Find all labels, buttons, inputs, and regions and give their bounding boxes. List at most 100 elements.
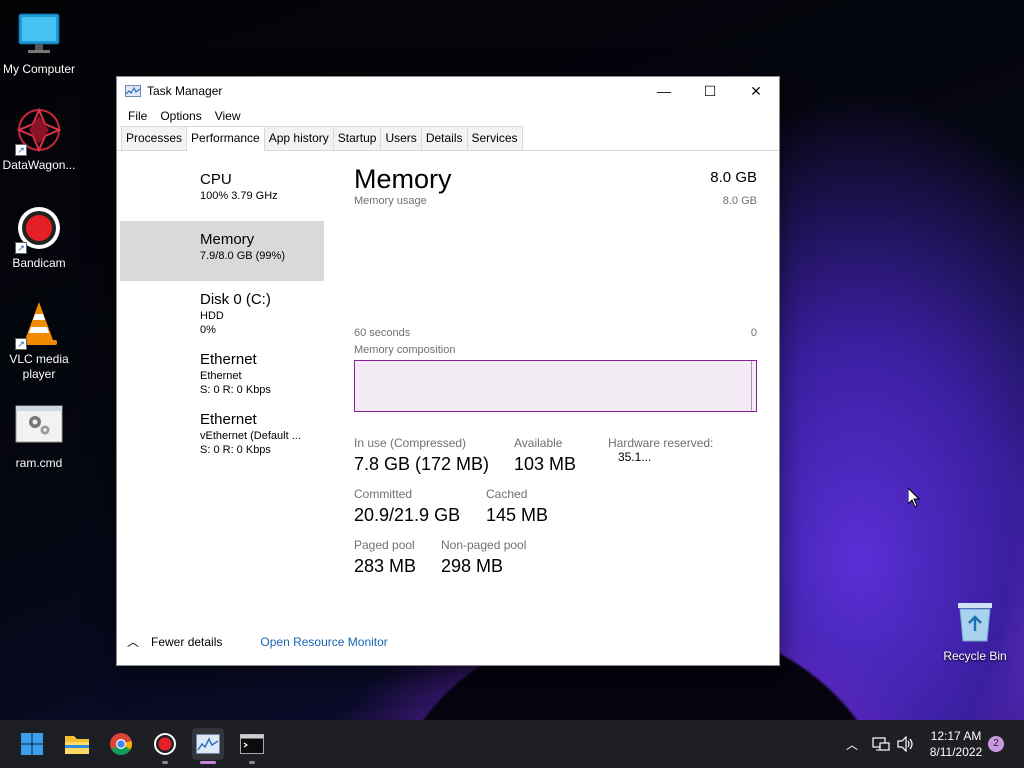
window-title: Task Manager — [147, 84, 223, 98]
shortcut-arrow-icon: ↗ — [15, 242, 27, 254]
sidebar-item-name: Memory — [200, 231, 255, 248]
memory-usage-max: 8.0 GB — [722, 195, 757, 207]
open-resource-monitor-link[interactable]: Open Resource Monitor — [260, 635, 387, 649]
bandicam-taskbar-button[interactable] — [149, 728, 181, 764]
memory-composition-label: Memory composition — [354, 344, 456, 356]
memory-panel: Memory 8.0 GB Memory usage 8.0 GB 60 sec… — [354, 161, 757, 578]
desktop-icon-label: DataWagon... — [2, 158, 76, 172]
sidebar-item-detail: Ethernet — [200, 370, 242, 382]
desktop-icon-label: Bandicam — [12, 256, 66, 270]
menu-file[interactable]: File — [123, 109, 152, 123]
sidebar-item-ethernet[interactable]: Ethernet Ethernet S: 0 R: 0 Kbps — [120, 341, 324, 407]
bandicam-icon — [154, 733, 176, 755]
paged-pool-label: Paged pool — [354, 538, 415, 552]
notification-badge[interactable]: 2 — [988, 736, 1004, 752]
composition-available-segment — [751, 361, 752, 411]
network-status[interactable] — [872, 720, 890, 768]
tab-bar: Processes Performance App history Startu… — [117, 126, 779, 151]
menu-options[interactable]: Options — [155, 109, 206, 123]
task-manager-taskbar-button[interactable] — [192, 728, 224, 764]
terminal-icon — [240, 734, 264, 754]
start-icon — [21, 733, 43, 755]
sidebar-item-detail: 0% — [200, 324, 216, 336]
fewer-details-button[interactable]: Fewer details — [151, 635, 222, 649]
tab-processes[interactable]: Processes — [121, 126, 188, 150]
taskbar-clock[interactable]: 12:17 AM 8/11/2022 — [922, 728, 990, 760]
network-icon — [872, 737, 890, 751]
show-hidden-icons-button[interactable]: ︿ — [846, 720, 858, 768]
sidebar-item-cpu[interactable]: CPU 100% 3.79 GHz — [120, 161, 324, 221]
sidebar-item-name: Ethernet — [200, 411, 257, 428]
taskbar: ︿ 12:17 AM 8/11/2022 — [0, 720, 1024, 768]
task-manager-window: Task Manager — ☐ ✕ File Options View Pro… — [116, 76, 780, 666]
chevron-up-icon[interactable]: ︿ — [127, 633, 139, 650]
mouse-cursor-icon — [907, 486, 921, 513]
running-indicator — [200, 761, 216, 764]
non-paged-pool-value: 298 MB — [441, 556, 504, 576]
task-manager-icon — [125, 85, 141, 97]
memory-usage-graph — [354, 207, 757, 327]
volume-status[interactable] — [897, 720, 915, 768]
page-title: Memory — [354, 164, 452, 194]
committed-value: 20.9/21.9 GB — [354, 505, 461, 525]
chrome-icon — [110, 733, 132, 755]
datawagon-icon: ↗ — [15, 106, 63, 156]
tab-services[interactable]: Services — [466, 126, 523, 150]
sidebar-item-vethernet[interactable]: Ethernet vEthernet (Default ... S: 0 R: … — [120, 407, 324, 467]
shortcut-arrow-icon: ↗ — [15, 338, 27, 350]
running-indicator — [249, 761, 255, 764]
desktop-icon-recycle-bin[interactable]: Recycle Bin — [935, 597, 1015, 664]
available-value: 103 MB — [514, 454, 577, 474]
desktop-icon-ram-cmd[interactable]: ram.cmd — [0, 404, 79, 471]
performance-sidebar: CPU 100% 3.79 GHz Memory 7.9/8.0 GB (99%… — [120, 161, 324, 467]
sidebar-item-name: Ethernet — [200, 351, 257, 368]
sidebar-item-memory[interactable]: Memory 7.9/8.0 GB (99%) — [120, 221, 324, 281]
minimize-button[interactable]: — — [641, 77, 687, 105]
vlc-icon: ↗ — [15, 300, 63, 350]
sidebar-item-detail: S: 0 R: 0 Kbps — [200, 384, 271, 396]
hardware-reserved-label: Hardware reserved: — [608, 436, 714, 450]
desktop-icon-vlc[interactable]: ↗ VLC media player — [0, 300, 79, 382]
tab-startup[interactable]: Startup — [332, 126, 382, 150]
shortcut-arrow-icon: ↗ — [15, 144, 27, 156]
memory-composition-bar — [354, 360, 757, 412]
recycle-bin-icon — [951, 597, 999, 645]
tab-details[interactable]: Details — [420, 126, 468, 150]
running-indicator — [162, 761, 168, 764]
hardware-reserved-value: 35.1... — [618, 450, 652, 464]
terminal-button[interactable] — [236, 728, 268, 764]
sidebar-item-detail: 7.9/8.0 GB (99%) — [200, 250, 285, 262]
menu-view[interactable]: View — [210, 109, 246, 123]
sidebar-item-detail: vEthernet (Default ... — [200, 430, 301, 442]
file-explorer-button[interactable] — [61, 728, 93, 760]
non-paged-pool-label: Non-paged pool — [441, 538, 527, 552]
desktop-icon-datawagon[interactable]: ↗ DataWagon... — [0, 106, 79, 173]
volume-icon — [897, 736, 913, 752]
in-use-value: 7.8 GB (172 MB) — [354, 454, 490, 474]
desktop-icon-my-computer[interactable]: My Computer — [0, 10, 79, 77]
title-bar[interactable]: Task Manager — ☐ ✕ — [117, 77, 779, 105]
graph-zero-label: 0 — [750, 327, 757, 339]
tab-app-history[interactable]: App history — [263, 126, 334, 150]
menu-bar: File Options View — [117, 105, 779, 127]
file-explorer-icon — [65, 736, 89, 754]
cmd-file-icon — [15, 404, 63, 452]
window-footer: ︿ Fewer details Open Resource Monitor — [127, 633, 388, 650]
desktop-icon-label: My Computer — [2, 62, 76, 76]
sidebar-item-name: CPU — [200, 171, 232, 188]
chrome-button[interactable] — [105, 728, 137, 760]
graph-time-label: 60 seconds — [354, 327, 411, 339]
cached-label: Cached — [486, 487, 528, 501]
desktop-icon-label: VLC media player — [9, 352, 69, 381]
close-button[interactable]: ✕ — [733, 77, 779, 105]
tab-users[interactable]: Users — [380, 126, 422, 150]
start-button[interactable] — [16, 728, 48, 760]
clock-time: 12:17 AM — [930, 729, 982, 743]
maximize-button[interactable]: ☐ — [687, 77, 733, 105]
sidebar-item-detail: S: 0 R: 0 Kbps — [200, 444, 271, 456]
tab-performance[interactable]: Performance — [186, 126, 265, 151]
sidebar-item-disk[interactable]: Disk 0 (C:) HDD 0% — [120, 281, 324, 341]
paged-pool-value: 283 MB — [354, 556, 417, 576]
desktop-icon-bandicam[interactable]: ↗ Bandicam — [0, 204, 79, 271]
in-use-label: In use (Compressed) — [354, 436, 467, 450]
